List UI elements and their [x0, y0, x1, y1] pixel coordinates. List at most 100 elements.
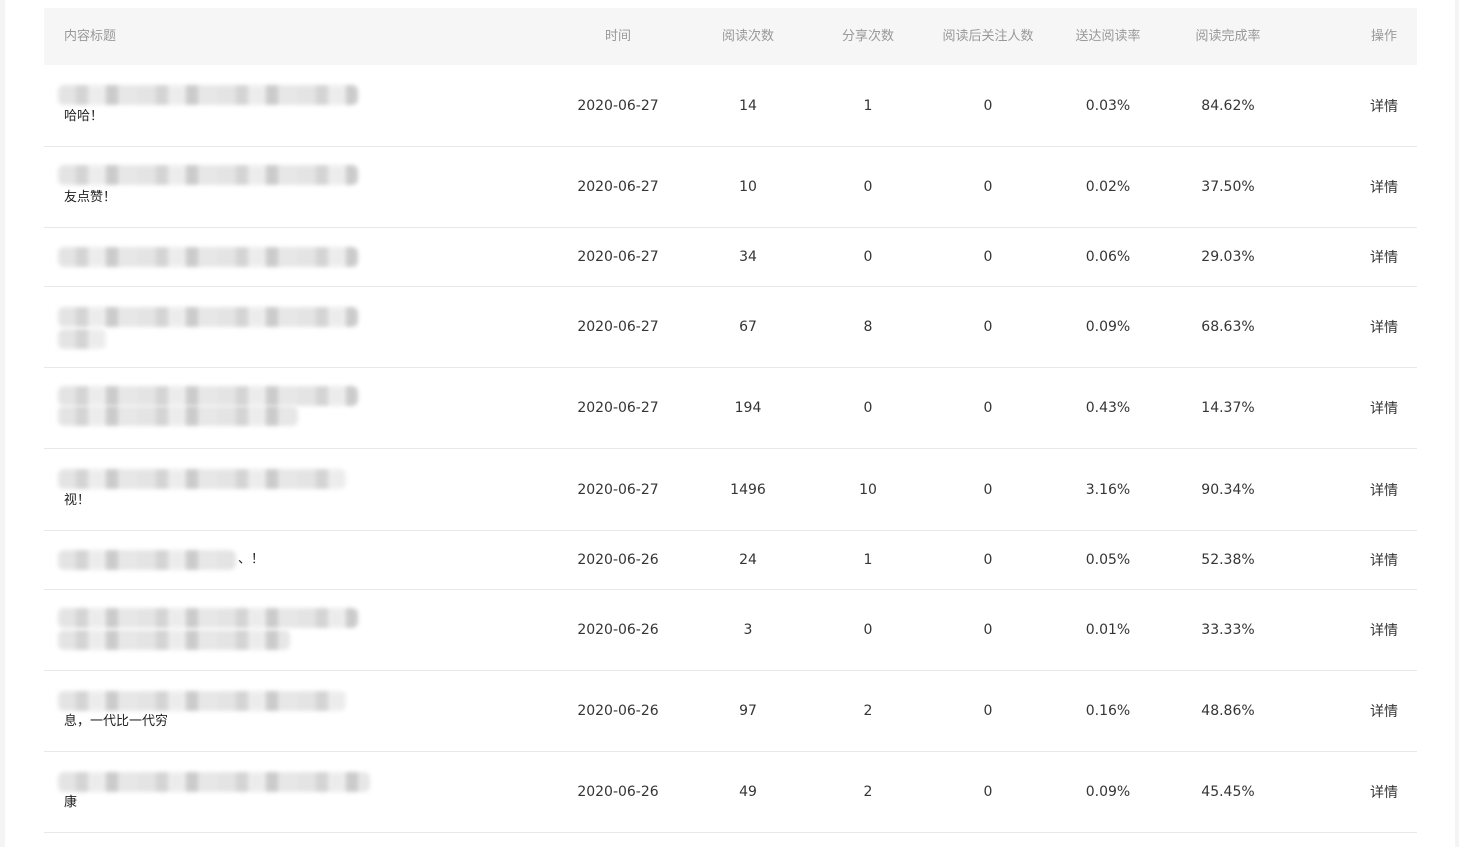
row-reads: 1496 — [730, 481, 766, 498]
title-area[interactable]: 哈哈！ — [58, 65, 374, 146]
header-deliver-rate: 送达阅读率 — [1075, 29, 1141, 44]
row-reads: 10 — [739, 179, 757, 195]
row-title-text: 视！ — [64, 493, 91, 508]
row-follows: 0 — [983, 400, 993, 416]
blurred-title-area — [58, 469, 346, 489]
row-shares: 0 — [863, 400, 873, 416]
row-deliver-rate: 0.02% — [1085, 179, 1131, 195]
row-reads: 194 — [734, 400, 762, 416]
title-area[interactable] — [58, 228, 374, 286]
row-complete-rate: 45.45% — [1201, 784, 1255, 800]
table-row: 视！ 2020-06-27 1496 10 0 3.16% 90.34% 详情 — [44, 449, 1417, 531]
detail-link[interactable]: 详情 — [1362, 449, 1406, 530]
row-deliver-rate: 0.03% — [1085, 97, 1131, 114]
row-title-cell: 友点赞！ — [58, 147, 374, 227]
blurred-title-area — [58, 691, 346, 711]
detail-link[interactable]: 详情 — [1362, 590, 1406, 670]
detail-link[interactable]: 详情 — [1362, 531, 1406, 589]
header-title: 内容标题 — [64, 29, 117, 44]
row-shares: 0 — [863, 249, 873, 265]
table-row: 2020-06-27 67 8 0 0.09% 68.63% 详情 — [44, 287, 1417, 368]
row-complete-rate: 68.63% — [1201, 319, 1255, 335]
header-reads: 阅读次数 — [721, 29, 774, 44]
detail-link[interactable]: 详情 — [1362, 147, 1406, 227]
blurred-title-area — [58, 550, 236, 570]
row-follows: 0 — [983, 481, 993, 498]
row-follows: 0 — [983, 703, 993, 719]
title-area[interactable]: 视！ — [58, 449, 374, 530]
blurred-title-area — [58, 630, 290, 650]
blurred-title-area — [58, 85, 358, 105]
row-shares: 0 — [863, 179, 873, 195]
row-shares: 2 — [863, 784, 873, 800]
row-complete-rate: 14.37% — [1201, 400, 1255, 416]
title-area[interactable]: 友点赞！ — [58, 147, 374, 227]
row-title-text: 友点赞！ — [64, 190, 117, 205]
detail-link[interactable]: 详情 — [1362, 671, 1406, 751]
title-area[interactable] — [58, 590, 374, 670]
row-complete-rate: 29.03% — [1201, 249, 1255, 265]
detail-link[interactable]: 详情 — [1362, 368, 1406, 448]
row-shares: 0 — [863, 622, 873, 638]
header-action: 操作 — [1370, 29, 1397, 44]
row-title-text: 康 — [64, 795, 78, 810]
row-shares: 10 — [859, 481, 877, 498]
row-time: 2020-06-26 — [577, 703, 659, 719]
header-follows: 阅读后关注人数 — [942, 29, 1034, 44]
row-deliver-rate: 0.09% — [1085, 319, 1131, 335]
row-follows: 0 — [983, 319, 993, 335]
table-row: 2020-06-26 3 0 0 0.01% 33.33% 详情 — [44, 590, 1417, 671]
row-deliver-rate: 3.16% — [1085, 481, 1131, 498]
row-time: 2020-06-27 — [577, 481, 659, 498]
row-shares: 2 — [863, 703, 873, 719]
row-title-cell — [58, 590, 374, 670]
right-scrollbar-track[interactable] — [1455, 0, 1459, 847]
row-title-cell: 、！ — [58, 531, 374, 589]
table-row: 、！ 2020-06-26 24 1 0 0.05% 52.38% 详情 — [44, 531, 1417, 590]
row-deliver-rate: 0.16% — [1085, 703, 1131, 719]
row-title-cell: 视！ — [58, 449, 374, 530]
detail-link[interactable]: 详情 — [1362, 752, 1406, 832]
row-follows: 0 — [983, 179, 993, 195]
row-complete-rate: 84.62% — [1201, 97, 1255, 114]
row-follows: 0 — [983, 249, 993, 265]
row-deliver-rate: 0.01% — [1085, 622, 1131, 638]
row-time: 2020-06-27 — [577, 249, 659, 265]
row-deliver-rate: 0.43% — [1085, 400, 1131, 416]
row-deliver-rate: 0.05% — [1085, 552, 1131, 568]
detail-link[interactable]: 详情 — [1362, 228, 1406, 286]
row-deliver-rate: 0.06% — [1085, 249, 1131, 265]
title-area[interactable]: 康 — [58, 752, 374, 832]
header-complete-rate: 阅读完成率 — [1195, 29, 1261, 44]
row-title-text: 、！ — [238, 552, 265, 567]
row-complete-rate: 37.50% — [1201, 179, 1255, 195]
row-shares: 1 — [863, 552, 873, 568]
row-title-cell: 康 — [58, 752, 374, 832]
row-title-cell — [58, 287, 374, 367]
row-reads: 34 — [739, 249, 757, 265]
row-title-cell: 哈哈！ — [58, 65, 374, 146]
blurred-title-area — [58, 165, 358, 185]
table-row: 息，一代比一代穷 2020-06-26 97 2 0 0.16% 48.86% … — [44, 671, 1417, 752]
row-reads: 14 — [739, 97, 757, 114]
header-shares: 分享次数 — [841, 29, 894, 44]
row-title-cell — [58, 228, 374, 286]
title-area[interactable]: 息，一代比一代穷 — [58, 671, 374, 751]
title-area[interactable] — [58, 287, 374, 367]
detail-link[interactable]: 详情 — [1362, 65, 1406, 146]
row-complete-rate: 90.34% — [1201, 481, 1255, 498]
row-time: 2020-06-27 — [577, 319, 659, 335]
table-row: 哈哈！ 2020-06-27 14 1 0 0.03% 84.62% 详情 — [44, 65, 1417, 147]
row-shares: 8 — [863, 319, 873, 335]
blurred-title-area — [58, 329, 106, 349]
table-row: 2020-06-27 34 0 0 0.06% 29.03% 详情 — [44, 228, 1417, 287]
title-area[interactable]: 、！ — [58, 531, 374, 589]
detail-link[interactable]: 详情 — [1362, 287, 1406, 367]
row-reads: 3 — [743, 622, 753, 638]
row-follows: 0 — [983, 97, 993, 114]
table-row: 康 2020-06-26 49 2 0 0.09% 45.45% 详情 — [44, 752, 1417, 833]
row-time: 2020-06-27 — [577, 400, 659, 416]
title-area[interactable] — [58, 368, 374, 448]
row-reads: 97 — [739, 703, 757, 719]
row-reads: 49 — [739, 784, 757, 800]
